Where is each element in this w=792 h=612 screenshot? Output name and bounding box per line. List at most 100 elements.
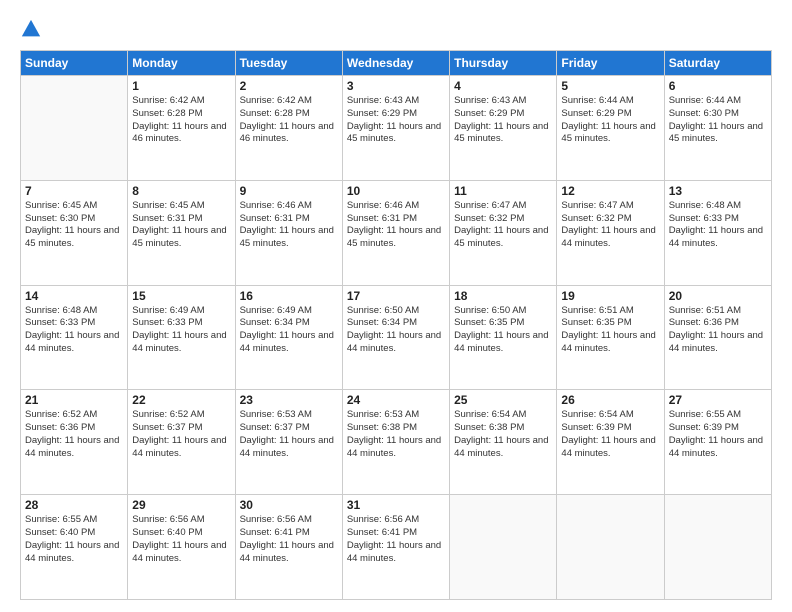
day-info: Sunrise: 6:49 AM Sunset: 6:33 PM Dayligh… [132,305,230,356]
day-cell: 9Sunrise: 6:46 AM Sunset: 6:31 PM Daylig… [235,180,342,285]
header [20,18,772,40]
day-info: Sunrise: 6:54 AM Sunset: 6:39 PM Dayligh… [561,409,659,460]
day-info: Sunrise: 6:50 AM Sunset: 6:34 PM Dayligh… [347,305,445,356]
day-cell: 23 Sunrise: 6:53 AM Sunset: 6:37 PM Dayli… [235,390,342,495]
day-cell: 12 Sunrise: 6:47 AM Sunset: 6:32 PM Dayli… [557,180,664,285]
day-number: 6 [669,79,767,93]
day-info: Sunrise: 6:51 AM Sunset: 6:35 PM Dayligh… [561,305,659,356]
day-number: 31 [347,498,445,512]
day-cell: 1 Sunrise: 6:42 AM Sunset: 6:28 PM Daylig… [128,76,235,181]
day-number: 27 [669,393,767,407]
day-cell: 18 Sunrise: 6:50 AM Sunset: 6:35 PM Dayli… [450,285,557,390]
day-cell: 26 Sunrise: 6:54 AM Sunset: 6:39 PM Dayli… [557,390,664,495]
page: SundayMondayTuesdayWednesdayThursdayFrid… [0,0,792,612]
day-info: Sunrise: 6:44 AM Sunset: 6:30 PM Dayligh… [669,95,767,146]
day-number: 23 [240,393,338,407]
day-cell: 5 Sunrise: 6:44 AM Sunset: 6:29 PM Daylig… [557,76,664,181]
day-cell: 16 Sunrise: 6:49 AM Sunset: 6:34 PM Dayli… [235,285,342,390]
day-number: 5 [561,79,659,93]
day-number: 3 [347,79,445,93]
day-number: 13 [669,184,767,198]
day-cell: 17 Sunrise: 6:50 AM Sunset: 6:34 PM Dayli… [342,285,449,390]
day-number: 26 [561,393,659,407]
day-info: Sunrise: 6:48 AM Sunset: 6:33 PM Dayligh… [669,200,767,251]
day-number: 29 [132,498,230,512]
day-info: Sunrise: 6:44 AM Sunset: 6:29 PM Dayligh… [561,95,659,146]
day-number: 11 [454,184,552,198]
day-number: 1 [132,79,230,93]
day-number: 25 [454,393,552,407]
day-cell: 4 Sunrise: 6:43 AM Sunset: 6:29 PM Daylig… [450,76,557,181]
day-info: Sunrise: 6:55 AM Sunset: 6:39 PM Dayligh… [669,409,767,460]
weekday-header-wednesday: Wednesday [342,51,449,76]
day-cell: 24 Sunrise: 6:53 AM Sunset: 6:38 PM Dayli… [342,390,449,495]
day-info: Sunrise: 6:53 AM Sunset: 6:37 PM Dayligh… [240,409,338,460]
day-number: 22 [132,393,230,407]
day-cell: 30Sunrise: 6:56 AM Sunset: 6:41 PM Dayli… [235,495,342,600]
weekday-header-friday: Friday [557,51,664,76]
day-info: Sunrise: 6:46 AM Sunset: 6:31 PM Dayligh… [240,200,338,251]
day-number: 16 [240,289,338,303]
day-cell: 2 Sunrise: 6:42 AM Sunset: 6:28 PM Daylig… [235,76,342,181]
day-info: Sunrise: 6:46 AM Sunset: 6:31 PM Dayligh… [347,200,445,251]
day-number: 12 [561,184,659,198]
day-cell: 8Sunrise: 6:45 AM Sunset: 6:31 PM Daylig… [128,180,235,285]
day-info: Sunrise: 6:43 AM Sunset: 6:29 PM Dayligh… [347,95,445,146]
calendar-table: SundayMondayTuesdayWednesdayThursdayFrid… [20,50,772,600]
day-number: 14 [25,289,123,303]
day-cell: 7 Sunrise: 6:45 AM Sunset: 6:30 PM Daylig… [21,180,128,285]
day-cell [557,495,664,600]
day-info: Sunrise: 6:51 AM Sunset: 6:36 PM Dayligh… [669,305,767,356]
day-info: Sunrise: 6:56 AM Sunset: 6:40 PM Dayligh… [132,514,230,565]
day-info: Sunrise: 6:52 AM Sunset: 6:36 PM Dayligh… [25,409,123,460]
day-info: Sunrise: 6:48 AM Sunset: 6:33 PM Dayligh… [25,305,123,356]
day-info: Sunrise: 6:52 AM Sunset: 6:37 PM Dayligh… [132,409,230,460]
day-info: Sunrise: 6:49 AM Sunset: 6:34 PM Dayligh… [240,305,338,356]
week-row-1: 7 Sunrise: 6:45 AM Sunset: 6:30 PM Daylig… [21,180,772,285]
weekday-header-saturday: Saturday [664,51,771,76]
week-row-4: 28 Sunrise: 6:55 AM Sunset: 6:40 PM Dayli… [21,495,772,600]
weekday-header-tuesday: Tuesday [235,51,342,76]
day-number: 8 [132,184,230,198]
day-number: 17 [347,289,445,303]
day-info: Sunrise: 6:56 AM Sunset: 6:41 PM Dayligh… [240,514,338,565]
day-cell: 19 Sunrise: 6:51 AM Sunset: 6:35 PM Dayli… [557,285,664,390]
day-info: Sunrise: 6:45 AM Sunset: 6:30 PM Dayligh… [25,200,123,251]
day-number: 28 [25,498,123,512]
day-info: Sunrise: 6:55 AM Sunset: 6:40 PM Dayligh… [25,514,123,565]
week-row-3: 21 Sunrise: 6:52 AM Sunset: 6:36 PM Dayli… [21,390,772,495]
day-info: Sunrise: 6:53 AM Sunset: 6:38 PM Dayligh… [347,409,445,460]
day-info: Sunrise: 6:47 AM Sunset: 6:32 PM Dayligh… [454,200,552,251]
day-cell: 21 Sunrise: 6:52 AM Sunset: 6:36 PM Dayli… [21,390,128,495]
day-info: Sunrise: 6:50 AM Sunset: 6:35 PM Dayligh… [454,305,552,356]
day-number: 18 [454,289,552,303]
day-number: 19 [561,289,659,303]
day-info: Sunrise: 6:54 AM Sunset: 6:38 PM Dayligh… [454,409,552,460]
day-cell: 14 Sunrise: 6:48 AM Sunset: 6:33 PM Dayli… [21,285,128,390]
week-row-0: 1 Sunrise: 6:42 AM Sunset: 6:28 PM Daylig… [21,76,772,181]
day-info: Sunrise: 6:43 AM Sunset: 6:29 PM Dayligh… [454,95,552,146]
day-cell: 28 Sunrise: 6:55 AM Sunset: 6:40 PM Dayli… [21,495,128,600]
day-info: Sunrise: 6:42 AM Sunset: 6:28 PM Dayligh… [240,95,338,146]
weekday-header-sunday: Sunday [21,51,128,76]
day-cell: 22 Sunrise: 6:52 AM Sunset: 6:37 PM Dayli… [128,390,235,495]
day-cell: 10Sunrise: 6:46 AM Sunset: 6:31 PM Dayli… [342,180,449,285]
day-info: Sunrise: 6:42 AM Sunset: 6:28 PM Dayligh… [132,95,230,146]
weekday-header-thursday: Thursday [450,51,557,76]
day-number: 15 [132,289,230,303]
day-number: 4 [454,79,552,93]
day-cell: 31 Sunrise: 6:56 AM Sunset: 6:41 PM Dayli… [342,495,449,600]
day-cell: 13 Sunrise: 6:48 AM Sunset: 6:33 PM Dayli… [664,180,771,285]
day-number: 21 [25,393,123,407]
day-number: 2 [240,79,338,93]
day-info: Sunrise: 6:47 AM Sunset: 6:32 PM Dayligh… [561,200,659,251]
logo-icon [20,18,42,40]
day-cell: 27 Sunrise: 6:55 AM Sunset: 6:39 PM Dayli… [664,390,771,495]
day-cell: 15 Sunrise: 6:49 AM Sunset: 6:33 PM Dayli… [128,285,235,390]
day-cell [664,495,771,600]
day-cell: 3 Sunrise: 6:43 AM Sunset: 6:29 PM Daylig… [342,76,449,181]
day-number: 24 [347,393,445,407]
day-number: 7 [25,184,123,198]
day-info: Sunrise: 6:56 AM Sunset: 6:41 PM Dayligh… [347,514,445,565]
day-number: 20 [669,289,767,303]
